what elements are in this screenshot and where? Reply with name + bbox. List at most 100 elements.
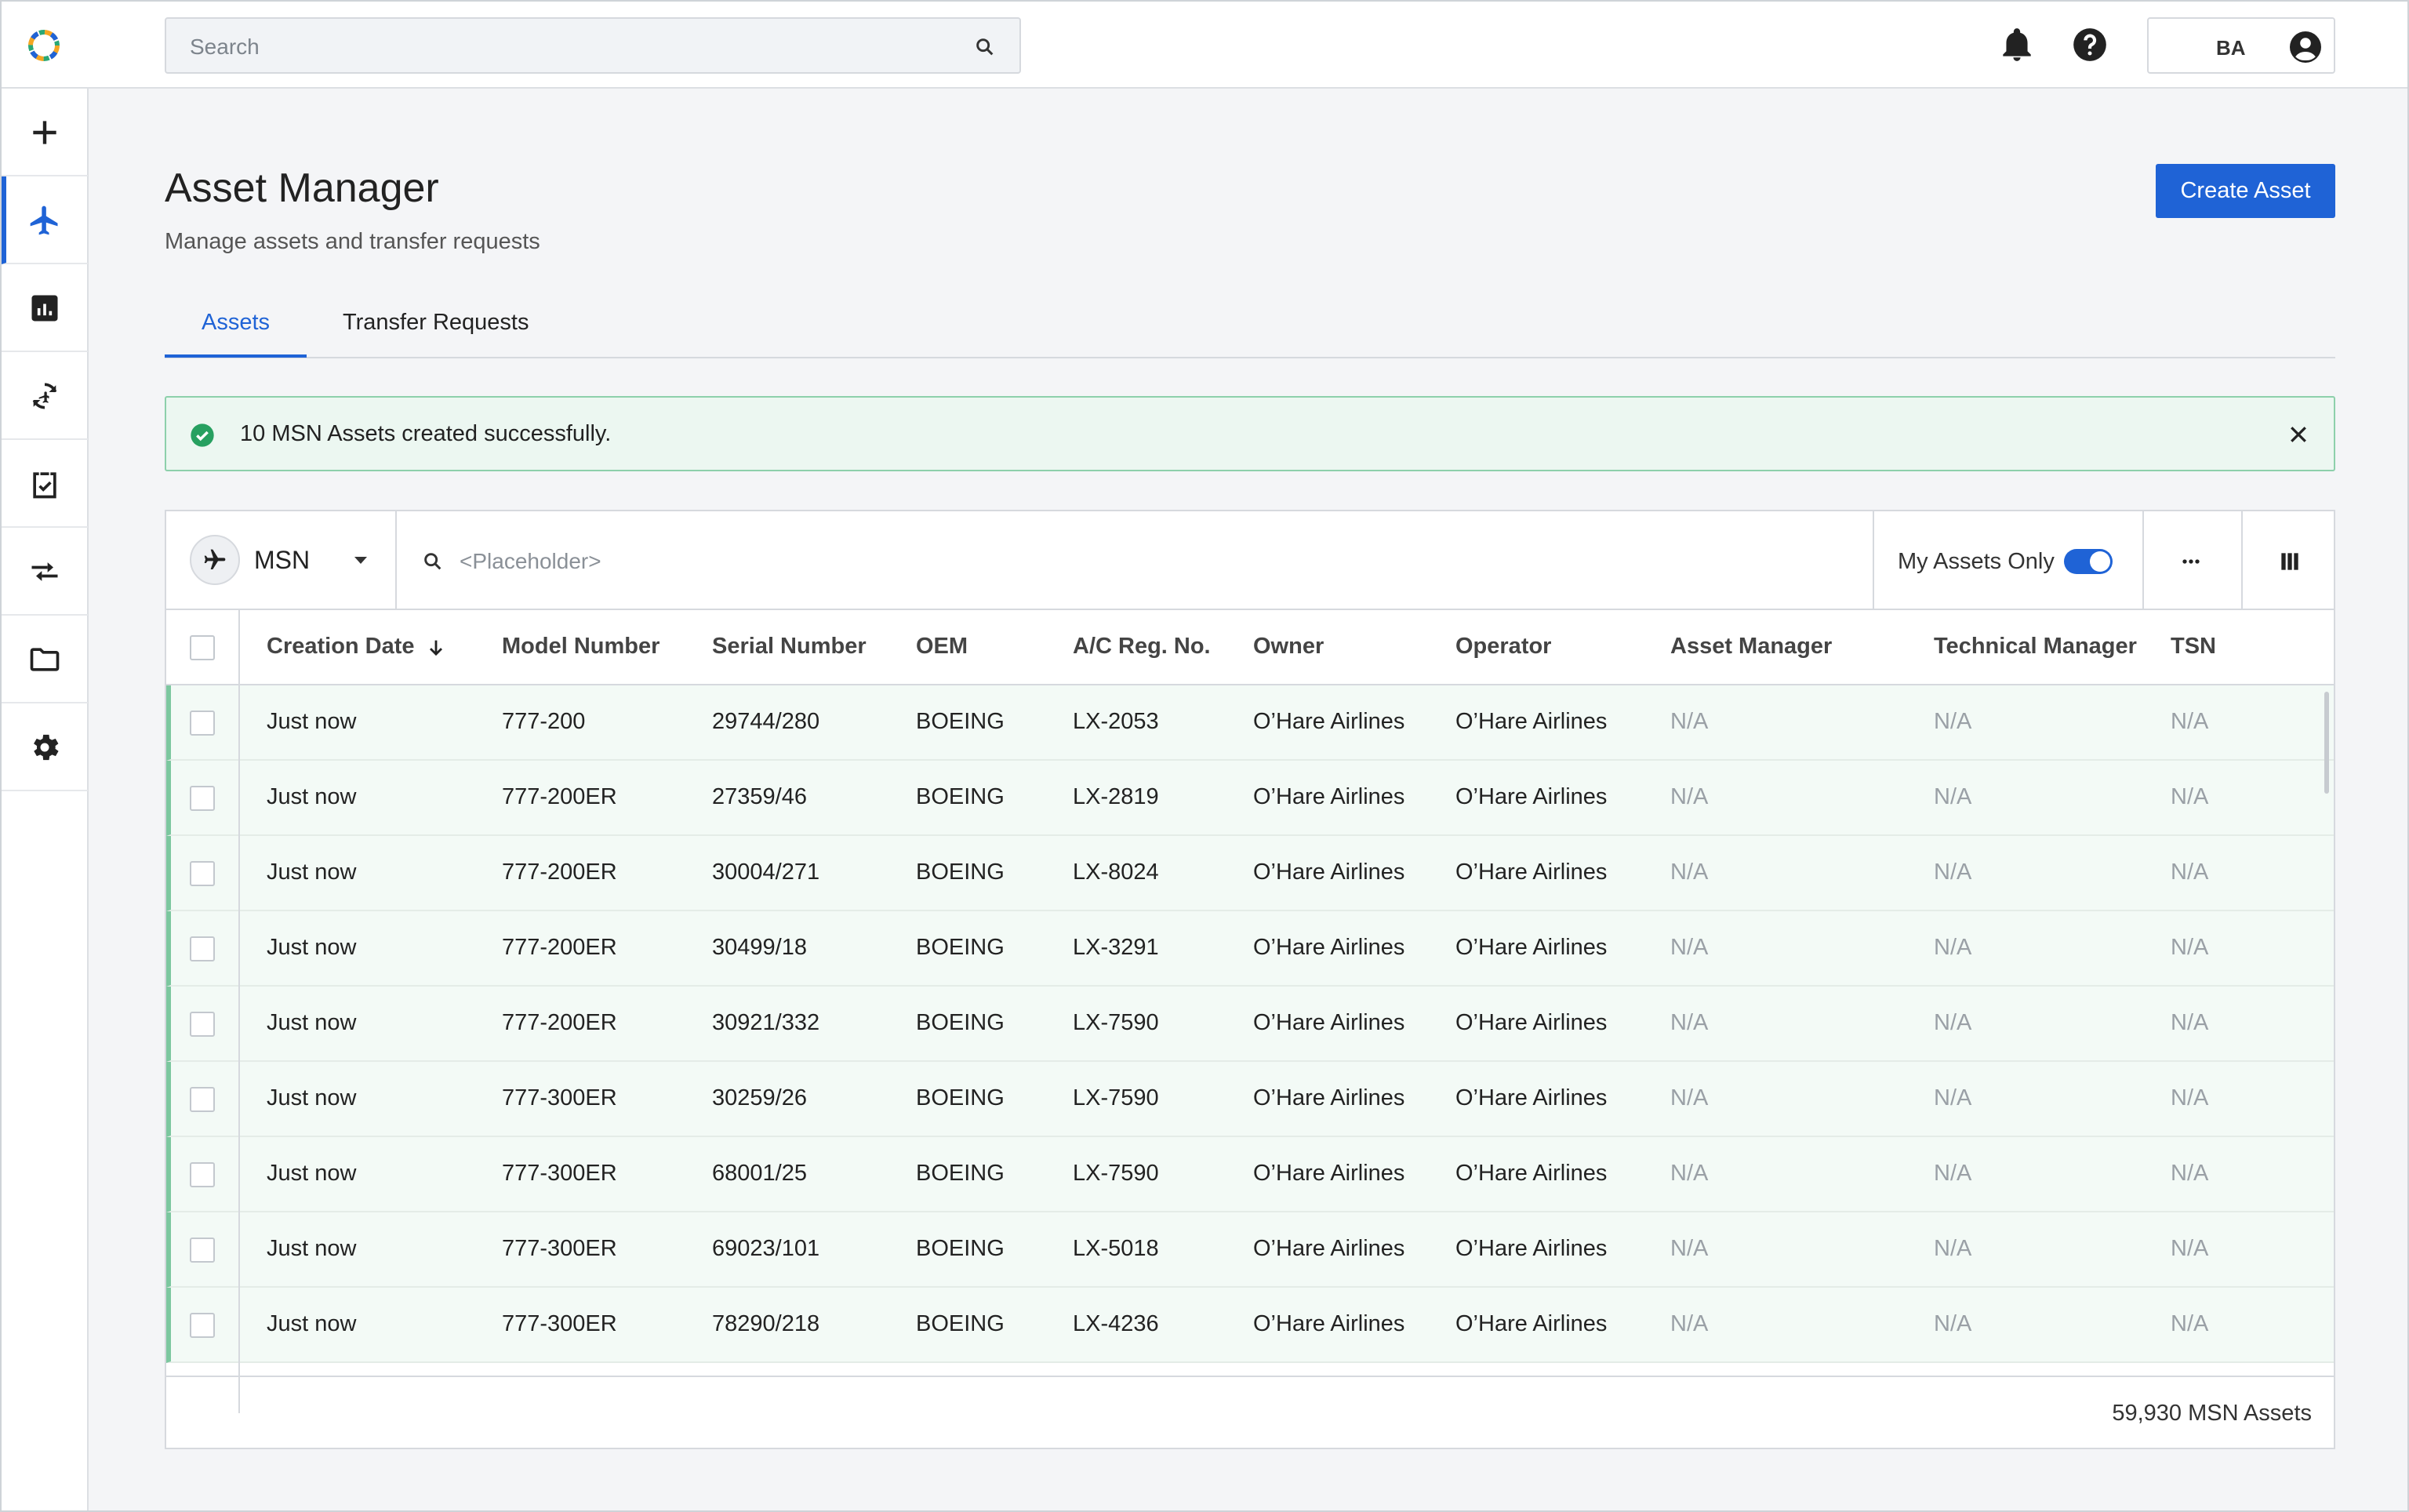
cell-creation-date: Just now <box>267 784 357 809</box>
table-row[interactable]: Just now 777-300ER 68001/25 BOEING LX-7590 O’… <box>166 1137 2334 1212</box>
sidebar-item-files[interactable] <box>2 616 88 703</box>
table-row[interactable]: Just now 777-200 29744/280 BOEING LX-2053 O’H… <box>166 685 2334 761</box>
cell-operator: O’Hare Airlines <box>1455 1085 1608 1110</box>
cell-oem: BOEING <box>916 935 1005 960</box>
assets-table-panel: MSN <Placeholder> My Assets Only Creatio… <box>165 510 2335 1449</box>
cell-creation-date: Just now <box>267 935 357 960</box>
cell-creation-date: Just now <box>267 709 357 734</box>
cell-oem: BOEING <box>916 1311 1005 1336</box>
user-menu-button[interactable]: BA <box>2147 17 2335 74</box>
airplane-icon <box>204 549 226 569</box>
cell-oem: BOEING <box>916 860 1005 885</box>
row-checkbox[interactable] <box>190 936 215 961</box>
tab-assets[interactable]: Assets <box>165 310 307 358</box>
more-options-button[interactable] <box>2144 511 2243 610</box>
cell-creation-date: Just now <box>267 860 357 885</box>
row-checkbox[interactable] <box>190 861 215 886</box>
cell-model-number: 777-300ER <box>502 1161 617 1186</box>
cell-asset-manager: N/A <box>1670 709 1709 734</box>
table-search-input[interactable]: <Placeholder> <box>398 511 1880 610</box>
column-header-model-number[interactable]: Model Number <box>502 634 659 660</box>
cell-asset-manager: N/A <box>1670 935 1709 960</box>
cell-technical-manager: N/A <box>1934 1236 1972 1261</box>
clipboard-check-icon <box>33 472 56 499</box>
columns-button[interactable] <box>2243 511 2334 610</box>
user-initials: BA <box>2216 36 2246 60</box>
sidebar-item-sync[interactable] <box>2 352 88 440</box>
table-row[interactable]: Just now 777-200ER 30004/271 BOEING LX-8024 O… <box>166 836 2334 911</box>
cell-asset-manager: N/A <box>1670 1236 1709 1261</box>
table-row[interactable]: Just now 777-300ER 30259/26 BOEING LX-7590 O’… <box>166 1062 2334 1137</box>
column-header-oem[interactable]: OEM <box>916 634 968 660</box>
row-checkbox[interactable] <box>190 711 215 736</box>
search-icon <box>424 553 441 570</box>
cell-tsn: N/A <box>2171 1311 2209 1336</box>
folder-icon <box>30 648 60 671</box>
cell-serial-number: 78290/218 <box>712 1311 820 1336</box>
sidebar-nav <box>2 89 89 1510</box>
row-checkbox[interactable] <box>190 1162 215 1187</box>
columns-icon <box>2281 553 2298 570</box>
column-header-owner[interactable]: Owner <box>1253 634 1324 660</box>
sidebar-item-assets[interactable] <box>2 176 88 264</box>
column-header-asset-manager[interactable]: Asset Manager <box>1670 634 1832 660</box>
row-checkbox[interactable] <box>190 1313 215 1338</box>
asset-type-dropdown[interactable]: MSN <box>166 511 397 610</box>
cell-asset-manager: N/A <box>1670 784 1709 809</box>
alert-message: 10 MSN Assets created successfully. <box>240 421 612 446</box>
create-asset-button[interactable]: Create Asset <box>2156 164 2335 218</box>
sidebar-item-transfers[interactable] <box>2 528 88 616</box>
table-scrollbar[interactable] <box>2324 692 2329 794</box>
close-icon[interactable] <box>2287 423 2310 446</box>
help-icon[interactable] <box>2070 25 2109 64</box>
table-row[interactable]: Just now 777-200ER 30921/332 BOEING LX-7590 O… <box>166 987 2334 1062</box>
select-all-checkbox[interactable] <box>190 635 215 660</box>
column-header-technical-manager[interactable]: Technical Manager <box>1934 634 2137 660</box>
cell-serial-number: 30004/271 <box>712 860 820 885</box>
column-header-creation-date[interactable]: Creation Date <box>267 634 415 660</box>
row-checkbox[interactable] <box>190 786 215 811</box>
cell-serial-number: 68001/25 <box>712 1161 807 1186</box>
cell-model-number: 777-200ER <box>502 784 617 809</box>
cell-technical-manager: N/A <box>1934 860 1972 885</box>
sidebar-item-reports[interactable] <box>2 264 88 352</box>
row-checkbox[interactable] <box>190 1087 215 1112</box>
sidebar-item-settings[interactable] <box>2 703 88 791</box>
table-row[interactable]: Just now 777-200ER 27359/46 BOEING LX-2819 O’… <box>166 761 2334 836</box>
global-search-input[interactable]: Search <box>165 17 1021 74</box>
tab-transfer-requests[interactable]: Transfer Requests <box>343 310 529 354</box>
cell-oem: BOEING <box>916 1010 1005 1035</box>
cell-ac-reg-no: LX-7590 <box>1073 1085 1159 1110</box>
chevron-down-icon <box>354 557 367 564</box>
search-icon[interactable] <box>974 36 996 58</box>
bell-icon[interactable] <box>1997 25 2037 64</box>
column-header-serial-number[interactable]: Serial Number <box>712 634 867 660</box>
app-logo-icon[interactable] <box>24 25 64 66</box>
column-header-ac-reg-no[interactable]: A/C Reg. No. <box>1073 634 1211 660</box>
sidebar-item-tasks[interactable] <box>2 440 88 528</box>
column-header-operator[interactable]: Operator <box>1455 634 1551 660</box>
page-subtitle: Manage assets and transfer requests <box>165 229 540 254</box>
asset-count: 59,930 MSN Assets <box>2112 1401 2312 1426</box>
cell-ac-reg-no: LX-2819 <box>1073 784 1159 809</box>
my-assets-toggle[interactable] <box>2064 549 2113 574</box>
cell-owner: O’Hare Airlines <box>1253 1236 1405 1261</box>
plus-icon <box>33 121 56 144</box>
cell-tsn: N/A <box>2171 784 2209 809</box>
table-row[interactable]: Just now 777-200ER 30499/18 BOEING LX-3291 O’… <box>166 911 2334 987</box>
row-checkbox[interactable] <box>190 1238 215 1263</box>
cell-creation-date: Just now <box>267 1010 357 1035</box>
cell-model-number: 777-200ER <box>502 860 617 885</box>
cell-operator: O’Hare Airlines <box>1455 784 1608 809</box>
arrow-down-icon[interactable] <box>425 637 447 659</box>
row-checkbox[interactable] <box>190 1012 215 1037</box>
table-row[interactable]: Just now 777-300ER 69023/101 BOEING LX-5018 O… <box>166 1212 2334 1288</box>
cell-serial-number: 27359/46 <box>712 784 807 809</box>
column-header-tsn[interactable]: TSN <box>2171 634 2216 660</box>
cell-serial-number: 30259/26 <box>712 1085 807 1110</box>
cell-oem: BOEING <box>916 784 1005 809</box>
sidebar-item-create[interactable] <box>2 89 88 176</box>
cell-operator: O’Hare Airlines <box>1455 1010 1608 1035</box>
cell-oem: BOEING <box>916 1085 1005 1110</box>
table-row[interactable]: Just now 777-300ER 78290/218 BOEING LX-4236 O… <box>166 1288 2334 1363</box>
